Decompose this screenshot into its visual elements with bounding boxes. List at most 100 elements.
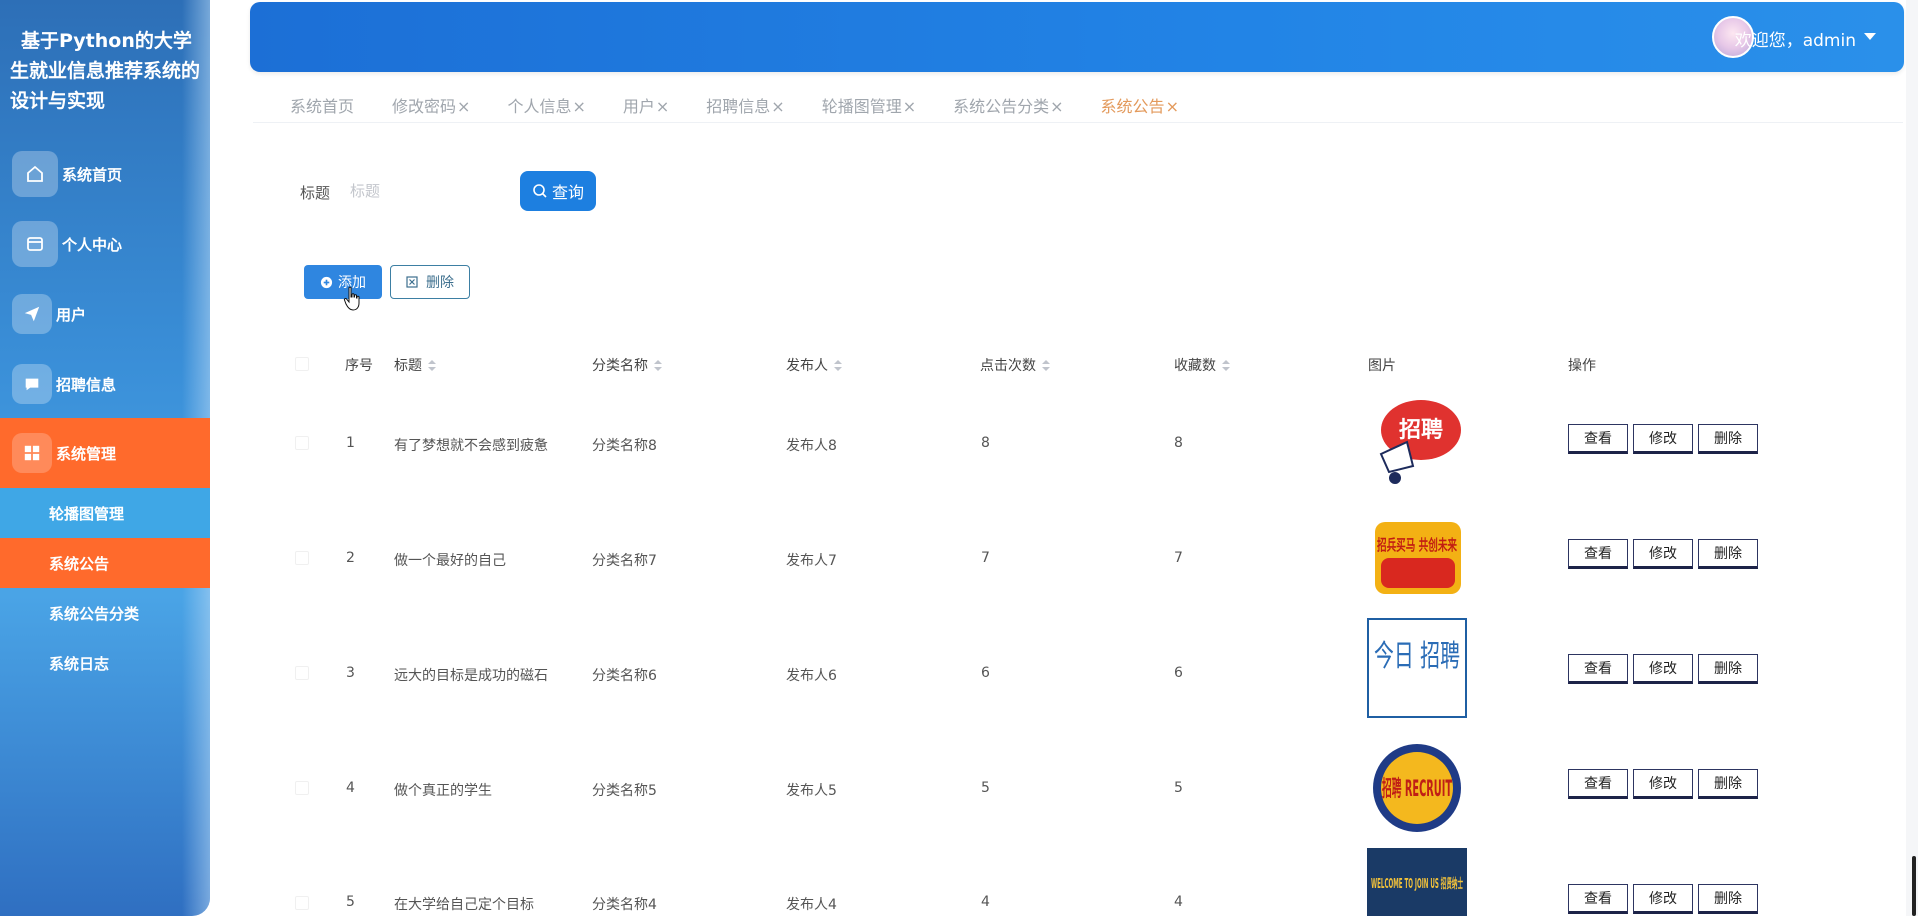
cell-category: 分类名称8 bbox=[592, 438, 657, 454]
tab-label: 修改密码 bbox=[392, 97, 457, 116]
view-button[interactable]: 查看 bbox=[1568, 884, 1628, 914]
sidebar-item-system-management[interactable]: 系统管理 bbox=[0, 418, 210, 488]
close-icon[interactable]: × bbox=[1166, 97, 1179, 116]
column-header-title[interactable]: 标题 bbox=[394, 355, 436, 375]
row-checkbox[interactable] bbox=[295, 436, 309, 450]
sidebar-subitem-announcements[interactable]: 系统公告 bbox=[0, 538, 210, 588]
view-button[interactable]: 查看 bbox=[1568, 654, 1628, 684]
cell-publisher: 发布人5 bbox=[786, 783, 837, 799]
sort-icon[interactable] bbox=[1042, 360, 1050, 372]
tab-personal-info[interactable]: 个人信息× bbox=[507, 93, 585, 122]
sort-icon[interactable] bbox=[654, 360, 662, 372]
view-button[interactable]: 查看 bbox=[1568, 769, 1628, 799]
edit-button[interactable]: 修改 bbox=[1633, 539, 1693, 569]
scrollbar-track[interactable] bbox=[1906, 0, 1918, 916]
plus-circle-icon bbox=[320, 276, 333, 288]
cell-category: 分类名称5 bbox=[592, 783, 657, 799]
query-button[interactable]: 查询 bbox=[520, 171, 596, 211]
thumbnail-image: 招聘 bbox=[1367, 392, 1467, 492]
tab-label: 招聘信息 bbox=[706, 97, 771, 116]
sidebar-item-home[interactable]: 系统首页 bbox=[0, 139, 210, 209]
close-icon[interactable]: × bbox=[572, 97, 585, 116]
row-checkbox[interactable] bbox=[295, 781, 309, 795]
close-icon[interactable]: × bbox=[1050, 97, 1063, 116]
cell-clicks: 4 bbox=[981, 894, 990, 910]
thumbnail-text: 招聘 bbox=[1399, 418, 1443, 443]
search-input[interactable] bbox=[350, 174, 510, 208]
row-checkbox[interactable] bbox=[295, 666, 309, 680]
delete-button[interactable]: 删除 bbox=[1698, 539, 1758, 569]
thumbnail-text: 招聘 RECRUIT bbox=[1382, 777, 1452, 802]
close-icon[interactable]: × bbox=[903, 97, 916, 116]
cell-favorites: 6 bbox=[1174, 665, 1183, 681]
column-header-favorites[interactable]: 收藏数 bbox=[1174, 355, 1230, 375]
close-box-icon bbox=[406, 276, 418, 288]
sidebar: 基于Python的大学生就业信息推荐系统的设计与实现 系统首页 个人中心 用户 … bbox=[0, 0, 210, 916]
sidebar-subitem-label: 系统公告分类 bbox=[49, 604, 140, 623]
cell-favorites: 5 bbox=[1174, 780, 1183, 796]
cell-publisher: 发布人6 bbox=[786, 668, 837, 684]
app-title: 基于Python的大学生就业信息推荐系统的设计与实现 bbox=[10, 30, 201, 112]
edit-button[interactable]: 修改 bbox=[1633, 769, 1693, 799]
cell-publisher: 发布人4 bbox=[786, 897, 837, 913]
delete-button[interactable]: 删除 bbox=[1698, 884, 1758, 914]
delete-button[interactable]: 删除 bbox=[1698, 654, 1758, 684]
tab-change-password[interactable]: 修改密码× bbox=[392, 93, 470, 122]
view-button[interactable]: 查看 bbox=[1568, 539, 1628, 569]
edit-button[interactable]: 修改 bbox=[1633, 884, 1693, 914]
batch-delete-label: 删除 bbox=[426, 275, 454, 291]
sort-icon[interactable] bbox=[428, 360, 436, 372]
delete-button[interactable]: 删除 bbox=[1698, 424, 1758, 454]
delete-button[interactable]: 删除 bbox=[1698, 769, 1758, 799]
close-icon[interactable]: × bbox=[457, 97, 470, 116]
row-checkbox[interactable] bbox=[295, 896, 309, 910]
sidebar-subitem-label: 系统公告 bbox=[49, 554, 110, 573]
column-header-label: 收藏数 bbox=[1174, 358, 1216, 374]
tab-recruitment[interactable]: 招聘信息× bbox=[706, 93, 784, 122]
tab-users[interactable]: 用户× bbox=[623, 93, 669, 122]
sort-icon[interactable] bbox=[834, 360, 842, 372]
tab-label: 系统首页 bbox=[290, 97, 355, 116]
sidebar-item-recruitment[interactable]: 招聘信息 bbox=[0, 349, 210, 419]
column-header-label: 发布人 bbox=[786, 358, 828, 374]
sort-icon[interactable] bbox=[1222, 360, 1230, 372]
scrollbar-thumb[interactable] bbox=[1912, 856, 1916, 916]
edit-button[interactable]: 修改 bbox=[1633, 654, 1693, 684]
tab-label: 系统公告 bbox=[1100, 97, 1165, 116]
thumbnail-image: 今日 招聘 bbox=[1367, 618, 1467, 718]
cell-title: 远大的目标是成功的磁石 bbox=[394, 668, 548, 684]
thumbnail-text: WELCOME TO JOIN US 招贤纳士 bbox=[1371, 876, 1463, 892]
tab-label: 系统公告分类 bbox=[953, 97, 1050, 116]
sidebar-item-personal-center[interactable]: 个人中心 bbox=[0, 209, 210, 279]
chat-icon bbox=[12, 364, 52, 404]
select-all-checkbox[interactable] bbox=[295, 357, 309, 371]
thumbnail-image: 招兵买马 共创未来 bbox=[1367, 508, 1467, 608]
sidebar-subitem-announcement-categories[interactable]: 系统公告分类 bbox=[0, 588, 210, 638]
row-checkbox[interactable] bbox=[295, 551, 309, 565]
view-button[interactable]: 查看 bbox=[1568, 424, 1628, 454]
column-header-label: 点击次数 bbox=[980, 358, 1036, 374]
user-menu[interactable]: 欢迎您，admin bbox=[1735, 26, 1856, 51]
edit-button[interactable]: 修改 bbox=[1633, 424, 1693, 454]
chevron-down-icon[interactable] bbox=[1864, 33, 1876, 40]
tab-label: 个人信息 bbox=[507, 97, 572, 116]
column-header-category[interactable]: 分类名称 bbox=[592, 355, 662, 375]
close-icon[interactable]: × bbox=[656, 97, 669, 116]
sidebar-subitem-carousel[interactable]: 轮播图管理 bbox=[0, 488, 210, 538]
tab-home[interactable]: 系统首页 bbox=[290, 93, 355, 122]
tab-bar: 系统首页 修改密码× 个人信息× 用户× 招聘信息× 轮播图管理× 系统公告分类… bbox=[253, 93, 1903, 123]
column-header-clicks[interactable]: 点击次数 bbox=[980, 355, 1050, 375]
sidebar-subitem-system-log[interactable]: 系统日志 bbox=[0, 638, 210, 688]
sidebar-item-users[interactable]: 用户 bbox=[0, 279, 210, 349]
thumbnail-text: 今日 招聘 bbox=[1374, 639, 1460, 674]
tab-announcements[interactable]: 系统公告× bbox=[1101, 93, 1179, 122]
column-header-publisher[interactable]: 发布人 bbox=[786, 355, 842, 375]
tab-announcement-categories[interactable]: 系统公告分类× bbox=[953, 93, 1063, 122]
cell-category: 分类名称6 bbox=[592, 668, 657, 684]
close-icon[interactable]: × bbox=[771, 97, 784, 116]
cell-clicks: 5 bbox=[981, 780, 990, 796]
tab-carousel[interactable]: 轮播图管理× bbox=[822, 93, 916, 122]
column-header-image: 图片 bbox=[1368, 358, 1396, 374]
paper-plane-icon bbox=[12, 294, 52, 334]
batch-delete-button[interactable]: 删除 bbox=[390, 265, 470, 299]
